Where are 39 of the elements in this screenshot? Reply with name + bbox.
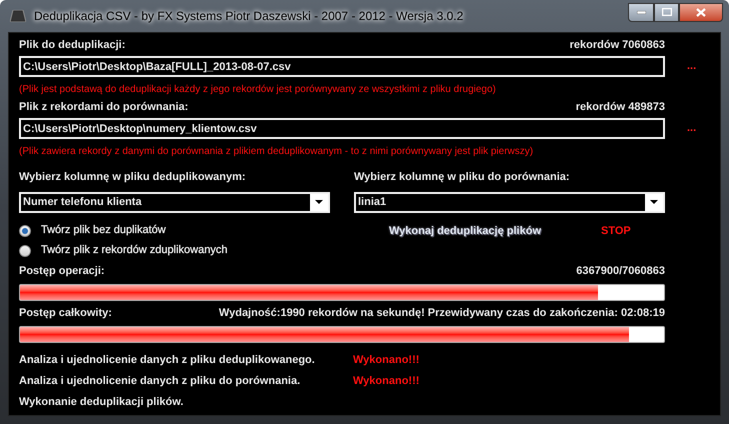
file-note: (Plik jest podstawą do deduplikacji każdy z jego rekordów jest porównywany ze wszystkimi z pliku drugiego) [19, 83, 497, 97]
maximize-icon [662, 8, 672, 16]
close-icon [696, 8, 706, 16]
column-dropdown[interactable]: linia1 [354, 192, 665, 212]
field-label: Plik do deduplikacji: [19, 38, 126, 52]
column-dropdown[interactable]: Numer telefonu klienta [19, 192, 330, 212]
dropdown-arrow-icon [315, 200, 323, 204]
radio-label: Twórz plik z rekordów zduplikowanych [41, 243, 228, 258]
step-label: Wykonanie deduplikacji plików. [19, 395, 184, 410]
progress-label: Postęp operacji: [19, 264, 105, 279]
record-count: rekordów 489873 [576, 100, 665, 114]
radio-label: Twórz plik bez duplikatów [41, 223, 166, 238]
window-title: Deduplikacja CSV - by FX Systems Piotr Daszewski - 2007 - 2012 - Wersja 3.0.2 [34, 8, 464, 25]
run-button[interactable]: Wykonaj deduplikację plików [389, 222, 542, 238]
step-label: Analiza i ujednolicenie danych z pliku deduplikowanego. [19, 353, 316, 368]
progress-reading: 6367900/7060863 [576, 264, 665, 279]
progress-label: Postęp całkowity: [19, 306, 112, 321]
minimize-button[interactable] [628, 2, 654, 22]
record-count: rekordów 7060863 [570, 38, 665, 52]
step-status: Wykonano!!! [353, 374, 420, 390]
dropdown-arrow-icon [650, 200, 658, 204]
close-button[interactable] [679, 2, 723, 22]
radio-button[interactable] [19, 224, 31, 236]
field-label: Plik z rekordami do porównania: [19, 100, 188, 114]
step-status: Wykonano!!! [353, 353, 420, 368]
file-note: (Plik zawiera rekordy z danymi do porównania z plikiem deduplikowanym - to z nimi porównywany jest plik pierwszy) [19, 145, 534, 159]
maximize-button[interactable] [654, 2, 679, 22]
column-label: Wybierz kolumnę w pliku do porównania: [354, 170, 571, 185]
radio-button[interactable] [19, 244, 31, 256]
browse-button[interactable]: ... [687, 61, 696, 72]
stop-button[interactable]: STOP [601, 222, 631, 238]
file-path-field[interactable]: C:\Users\Piotr\Desktop\numery_klientow.csv [19, 118, 665, 139]
progress-reading: Wydajność:1990 rekordów na sekundę! Przewidywany czas do zakończenia: 02:08:19 [218, 306, 665, 321]
step-label: Analiza i ujednolicenie danych z pliku do porównania. [19, 374, 302, 390]
column-label: Wybierz kolumnę w pliku deduplikowanym: [19, 170, 247, 185]
browse-button[interactable]: ... [687, 123, 696, 134]
app-icon [10, 10, 26, 22]
file-path-field[interactable]: C:\Users\Piotr\Desktop\Baza[FULL]_2013-08-07.csv [19, 56, 665, 77]
minimize-icon [636, 10, 646, 14]
